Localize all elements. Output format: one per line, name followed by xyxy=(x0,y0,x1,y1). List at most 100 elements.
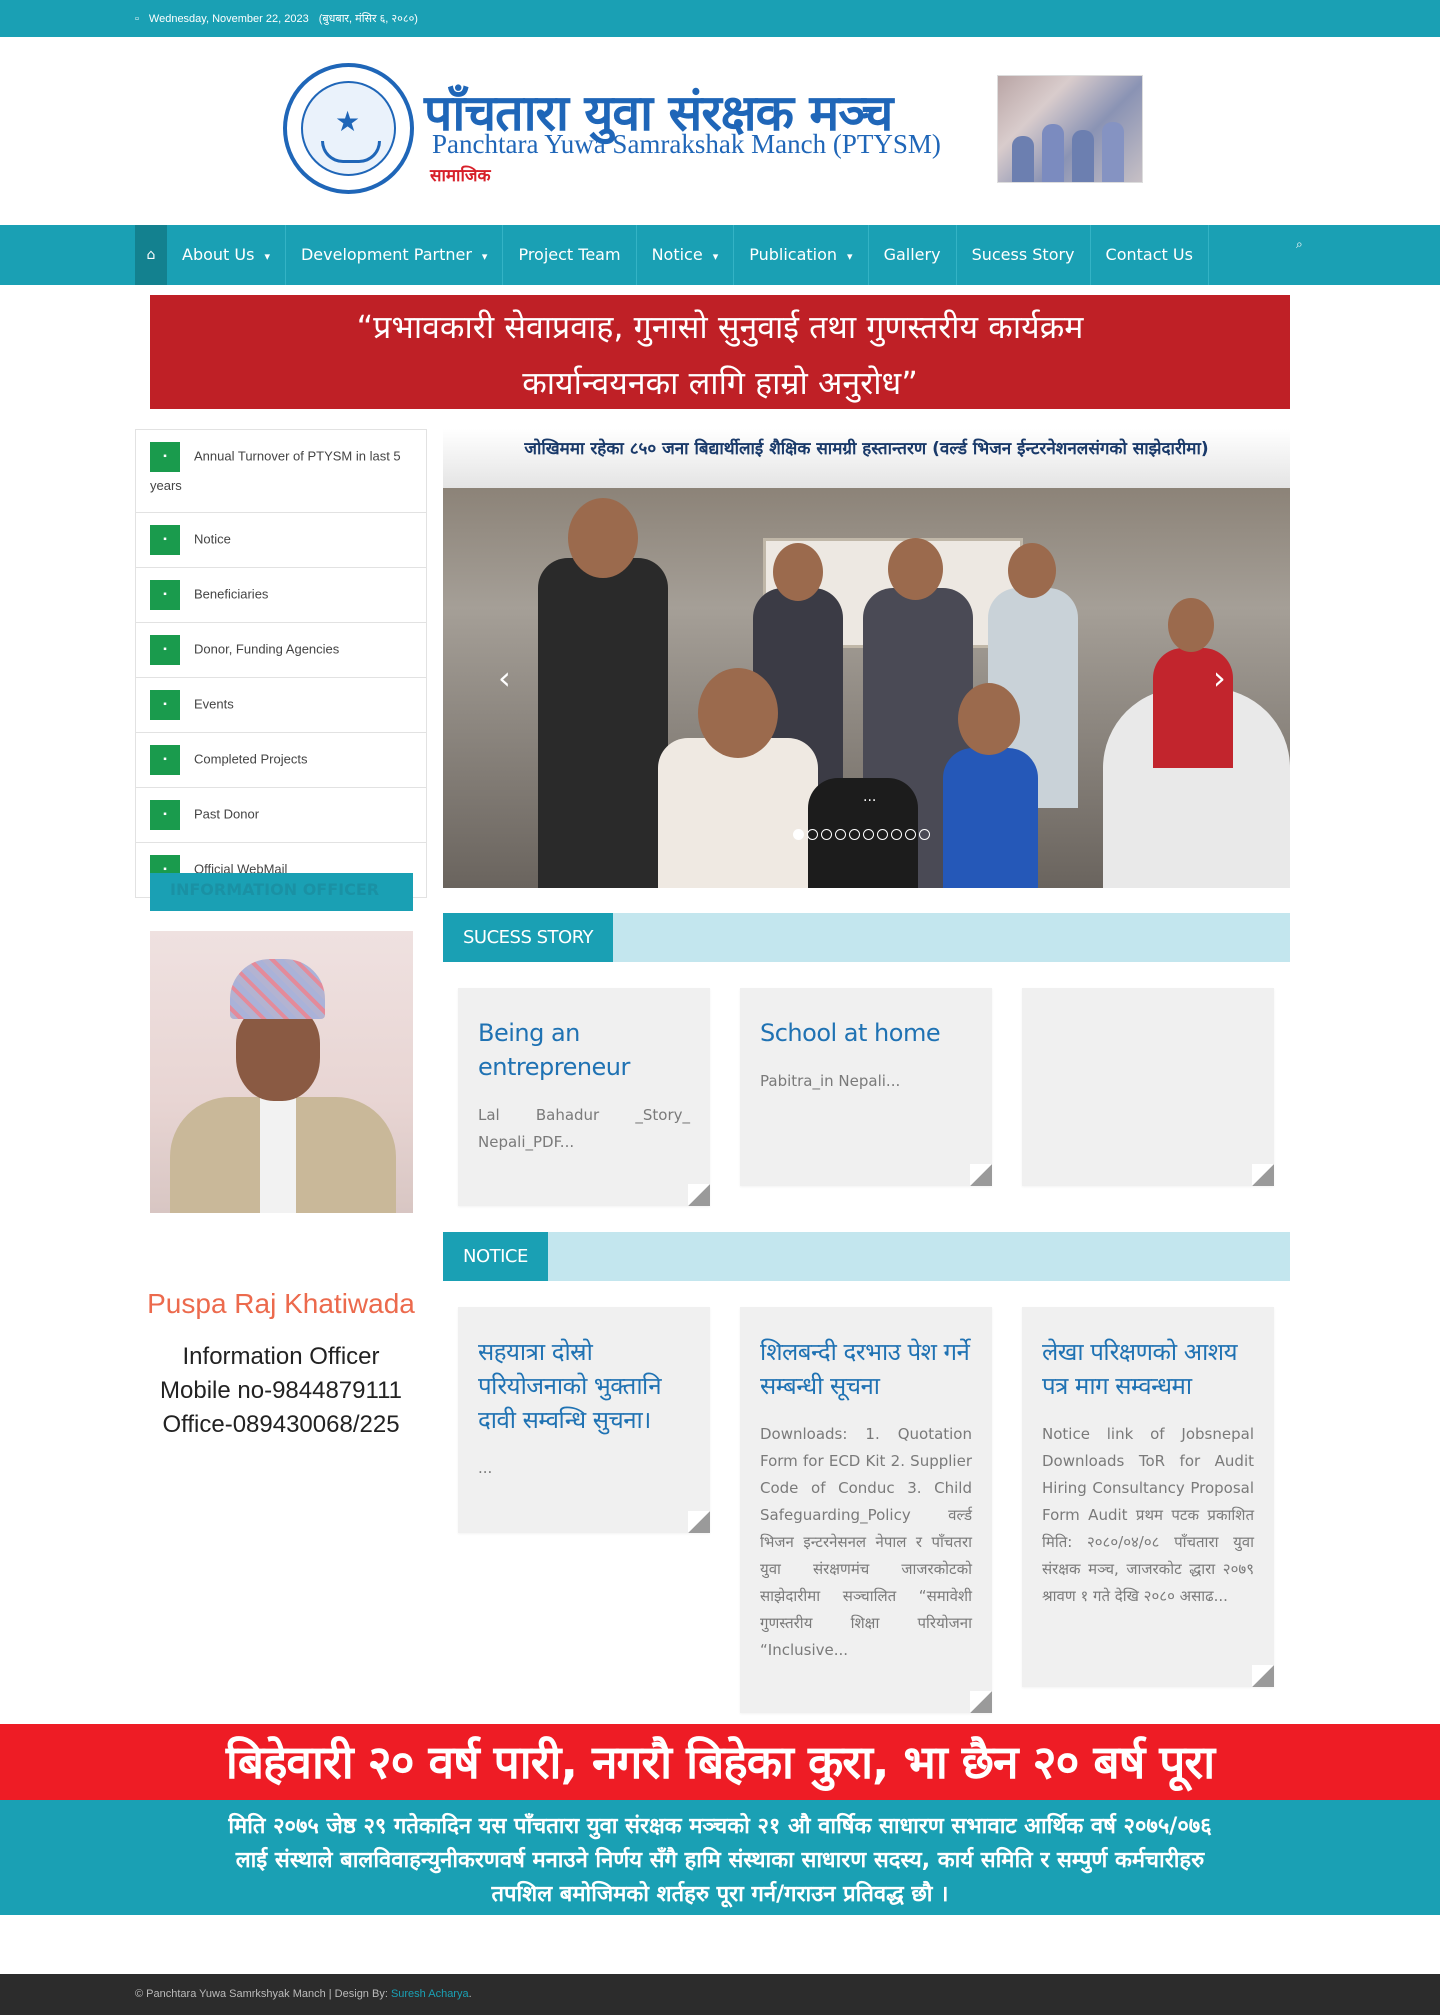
slide-image xyxy=(443,488,1290,888)
photo-figure xyxy=(1072,130,1094,182)
notice-card-excerpt: ... xyxy=(478,1459,493,1477)
nav-item-notice[interactable]: Notice ▾ xyxy=(637,225,735,285)
notice-card-excerpt: Downloads: 1. Quotation Form for ECD Kit… xyxy=(760,1425,972,1659)
story-card[interactable] xyxy=(1022,988,1274,1186)
sidebar-item-past-donor[interactable]: ▪ Past Donor xyxy=(136,788,426,843)
slide-ellipsis: ... xyxy=(863,789,877,805)
org-name-english: Panchtara Yuwa Samrakshak Manch (PTYSM) xyxy=(432,129,941,159)
photo-person-head xyxy=(1008,543,1056,598)
main-nav: ⌂ About Us ▾ Development Partner ▾ Project… xyxy=(0,225,1440,285)
link-icon: ▪ xyxy=(150,745,180,775)
slider-dot[interactable] xyxy=(905,829,916,840)
photo-person-head xyxy=(698,668,778,758)
campaign-line-3: तपशिल बमोजिमको शर्तहरु पूरा गर्न/गराउन प… xyxy=(491,1882,949,1907)
notice-card-excerpt: Notice link of Jobsnepal Downloads ToR f… xyxy=(1042,1425,1254,1605)
search-icon[interactable]: ⌕ xyxy=(1296,237,1303,252)
sidebar-item-events[interactable]: ▪ Events xyxy=(136,678,426,733)
page-fold-icon xyxy=(1252,1164,1274,1186)
slider-dot[interactable] xyxy=(891,829,902,840)
slider-dot[interactable] xyxy=(919,829,930,840)
notice-card[interactable]: शिलबन्दी दरभाउ पेश गर्ने सम्बन्धी सूचना … xyxy=(740,1307,992,1713)
date-display: ▫ Wednesday, November 22, 2023 (बुधबार, मं… xyxy=(135,11,428,26)
slider-dots xyxy=(793,829,930,840)
page-fold-icon xyxy=(970,1691,992,1713)
story-card-excerpt: Lal Bahadur _Story_ Nepali_PDF... xyxy=(478,1106,690,1151)
sidebar-item-annual-turnover[interactable]: ▪ Annual Turnover of PTYSM in last 5 year… xyxy=(136,430,426,513)
slider-dot[interactable] xyxy=(821,829,832,840)
page-fold-icon xyxy=(688,1511,710,1533)
nav-label: About Us xyxy=(182,245,255,264)
story-card[interactable]: School at home Pabitra_in Nepali... xyxy=(740,988,992,1186)
sidebar-item-beneficiaries[interactable]: ▪ Beneficiaries xyxy=(136,568,426,623)
chevron-left-icon[interactable]: ‹ xyxy=(498,659,511,697)
photo-person xyxy=(658,738,818,888)
campaign-line-2: लाई संस्थाले बालविवाहन्युनीकरणवर्ष मनाउन… xyxy=(235,1848,1205,1873)
slider-dot[interactable] xyxy=(793,829,804,840)
photo-shirt xyxy=(260,1097,296,1213)
nepali-date: (बुधबार, मंसिर ६, २०८०) xyxy=(318,13,418,25)
nav-item-development-partner[interactable]: Development Partner ▾ xyxy=(286,225,504,285)
page-fold-icon xyxy=(688,1184,710,1206)
org-logo[interactable]: ★ xyxy=(283,63,414,194)
story-card[interactable]: Being an entrepreneur Lal Bahadur _Story… xyxy=(458,988,710,1206)
notice-card-title[interactable]: शिलबन्दी दरभाउ पेश गर्ने सम्बन्धी सूचना xyxy=(760,1335,972,1403)
sidebar-item-donor-funding[interactable]: ▪ Donor, Funding Agencies xyxy=(136,623,426,678)
sidebar-item-label: Donor, Funding Agencies xyxy=(194,641,340,657)
photo-person-head xyxy=(1168,598,1214,652)
story-card-title[interactable]: School at home xyxy=(760,1016,972,1050)
designer-link[interactable]: Suresh Acharya xyxy=(391,1988,469,2000)
link-icon: ▪ xyxy=(150,800,180,830)
sidebar-item-label: Past Donor xyxy=(194,806,260,822)
sidebar-item-label: Completed Projects xyxy=(194,751,308,767)
photo-person-head xyxy=(888,538,943,600)
success-story-header: SUCESS STORY xyxy=(443,913,1290,962)
header-children-photo xyxy=(997,75,1143,183)
page: ▫ Wednesday, November 22, 2023 (बुधबार, मं… xyxy=(0,0,1440,2015)
chevron-right-icon[interactable]: › xyxy=(1213,659,1226,697)
image-slider[interactable]: जोखिममा रहेका ८५० जना बिद्यार्थीलाई शैक्… xyxy=(443,429,1290,888)
slider-dot[interactable] xyxy=(849,829,860,840)
notice-card-title[interactable]: सहयात्रा दोस्रो परियोजनाको भुक्तानि दावी… xyxy=(478,1335,690,1437)
photo-face xyxy=(236,1005,320,1101)
nav-label: Sucess Story xyxy=(971,245,1075,264)
sidebar-item-notice[interactable]: ▪ Notice xyxy=(136,513,426,568)
notice-card[interactable]: सहयात्रा दोस्रो परियोजनाको भुक्तानि दावी… xyxy=(458,1307,710,1533)
slider-dot[interactable] xyxy=(877,829,888,840)
notice-header: NOTICE xyxy=(443,1232,1290,1281)
officer-name: Puspa Raj Khatiwada xyxy=(147,1288,415,1319)
story-card-excerpt: Pabitra_in Nepali... xyxy=(760,1072,901,1090)
slider-dot[interactable] xyxy=(807,829,818,840)
photo-person-head xyxy=(568,498,638,578)
officer-photo xyxy=(150,931,413,1213)
notice-card[interactable]: लेखा परिक्षणको आशय पत्र माग सम्वन्धमा No… xyxy=(1022,1307,1274,1687)
nav-item-project-team[interactable]: Project Team xyxy=(503,225,637,285)
slider-dot[interactable] xyxy=(863,829,874,840)
calendar-icon: ▫ xyxy=(135,13,139,25)
sidebar-item-completed-projects[interactable]: ▪ Completed Projects xyxy=(136,733,426,788)
nav-label: Gallery xyxy=(883,245,941,264)
sidebar-item-label: Annual Turnover of PTYSM in last 5 years xyxy=(150,448,401,493)
photo-figure xyxy=(1102,122,1124,182)
nav-label: Notice xyxy=(651,245,703,264)
nav-item-gallery[interactable]: Gallery xyxy=(869,225,957,285)
page-fold-icon xyxy=(970,1164,992,1186)
photo-figure xyxy=(1012,136,1034,182)
slider-dot[interactable] xyxy=(835,829,846,840)
nav-label: Project Team xyxy=(518,245,621,264)
chevron-down-icon: ▾ xyxy=(264,250,270,263)
nav-item-publication[interactable]: Publication ▾ xyxy=(734,225,869,285)
banner-line-1: “प्रभावकारी सेवाप्रवाह, गुनासो सुनुवाई त… xyxy=(356,308,1084,346)
officer-office-phone: Office-089430068/225 xyxy=(162,1411,400,1438)
banner-line-2: कार्यान्वयनका लागि हाम्रो अनुरोध” xyxy=(522,364,918,402)
nav-item-contact-us[interactable]: Contact Us xyxy=(1091,225,1209,285)
nav-item-about-us[interactable]: About Us ▾ xyxy=(167,225,286,285)
photo-person xyxy=(538,558,668,888)
hands-icon xyxy=(321,141,381,163)
nav-item-success-story[interactable]: Sucess Story xyxy=(957,225,1091,285)
home-icon[interactable]: ⌂ xyxy=(135,225,167,285)
link-icon: ▪ xyxy=(150,442,180,472)
section-title: NOTICE xyxy=(443,1232,548,1281)
story-card-title[interactable]: Being an entrepreneur xyxy=(478,1016,690,1084)
notice-card-title[interactable]: लेखा परिक्षणको आशय पत्र माग सम्वन्धमा xyxy=(1042,1335,1254,1403)
chevron-down-icon: ▾ xyxy=(847,250,853,263)
